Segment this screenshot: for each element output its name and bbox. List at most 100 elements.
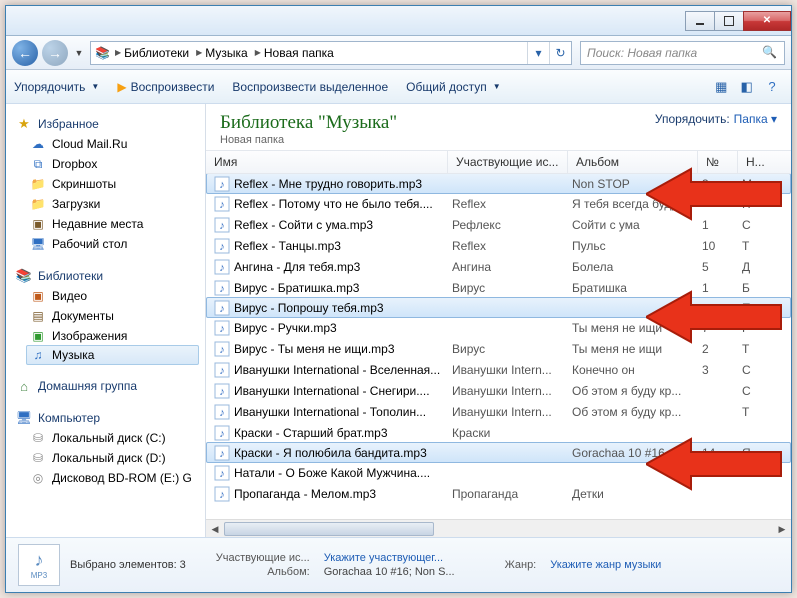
file-row[interactable]: ♪Вирус - Попрошу тебя.mp3П xyxy=(206,297,791,318)
file-artist: Пропаганда xyxy=(452,487,572,501)
toolbar: Упорядочить▼ ▶Воспроизвести Воспроизвест… xyxy=(6,70,791,104)
file-artist: Вирус xyxy=(452,281,572,295)
music-file-icon: ♪ xyxy=(214,425,230,441)
file-n: С xyxy=(742,218,772,232)
sidebar-favorites[interactable]: ★Избранное xyxy=(6,114,205,134)
file-row[interactable]: ♪Вирус - Ты меня не ищи.mp3ВирусТы меня … xyxy=(206,338,791,359)
scroll-right-icon[interactable]: ▶ xyxy=(773,520,791,537)
sidebar-libraries[interactable]: 📚Библиотеки xyxy=(6,266,205,286)
sidebar-item-music[interactable]: ♫Музыка xyxy=(26,345,199,365)
sidebar-item-recent[interactable]: ▣Недавние места xyxy=(20,214,205,234)
file-row[interactable]: ♪Ангина - Для тебя.mp3АнгинаБолела5Д xyxy=(206,256,791,277)
sidebar-item-diskd[interactable]: ⛁Локальный диск (D:) xyxy=(20,448,205,468)
file-n: Р xyxy=(742,321,772,335)
file-track: 1 xyxy=(702,281,742,295)
view-options-icon[interactable]: ▦ xyxy=(710,79,732,95)
sidebar-item-desktop[interactable]: 🖥Рабочий стол xyxy=(20,234,205,254)
file-name: Пропаганда - Мелом.mp3 xyxy=(234,487,452,501)
music-file-icon: ♪ xyxy=(214,404,230,420)
maximize-button[interactable] xyxy=(714,11,744,31)
file-album: Об этом я буду кр... xyxy=(572,405,702,419)
sidebar: ★Избранное ☁Cloud Mail.Ru ⧉Dropbox 📁Скри… xyxy=(6,104,206,537)
search-icon[interactable]: 🔍 xyxy=(762,45,778,61)
breadcrumb-seg[interactable]: Библиотеки xyxy=(124,46,189,60)
organize-button[interactable]: Упорядочить▼ xyxy=(14,80,99,94)
minimize-button[interactable] xyxy=(685,11,715,31)
sidebar-item-dropbox[interactable]: ⧉Dropbox xyxy=(20,154,205,174)
file-n: С xyxy=(742,363,772,377)
nav-forward-button[interactable]: → xyxy=(42,40,68,66)
scrollbar-thumb[interactable] xyxy=(224,522,434,536)
details-genre-value[interactable]: Укажите жанр музыки xyxy=(550,559,661,571)
sidebar-item-images[interactable]: ▣Изображения xyxy=(20,326,205,346)
details-artists-value[interactable]: Укажите участвующег... xyxy=(324,552,455,564)
file-row[interactable]: ♪Краски - Я полюбила бандита.mp3Gorachaa… xyxy=(206,442,791,463)
col-album: Альбом xyxy=(568,151,698,173)
music-file-icon: ♪ xyxy=(214,196,230,212)
details-thumb-icon: ♪ MP3 xyxy=(18,544,60,586)
refresh-icon[interactable]: ↻ xyxy=(549,42,571,64)
file-row[interactable]: ♪Пропаганда - Мелом.mp3ПропагандаДетки xyxy=(206,483,791,504)
share-button[interactable]: Общий доступ▼ xyxy=(406,80,501,94)
file-n: Т xyxy=(742,405,772,419)
file-n: Т xyxy=(742,239,772,253)
scroll-left-icon[interactable]: ◀ xyxy=(206,520,224,537)
close-button[interactable] xyxy=(743,11,791,31)
music-file-icon: ♪ xyxy=(214,300,230,316)
column-headers[interactable]: Имя Участвующие ис... Альбом № Н... xyxy=(206,150,791,174)
play-selected-button[interactable]: Воспроизвести выделенное xyxy=(232,80,388,94)
details-album-value[interactable]: Gorachaa 10 #16; Non S... xyxy=(324,566,455,578)
file-row[interactable]: ♪Иванушки International - Тополин...Иван… xyxy=(206,401,791,422)
file-row[interactable]: ♪Reflex - Сойти с ума.mp3РефлексСойти с … xyxy=(206,214,791,235)
file-n: С xyxy=(742,384,772,398)
file-name: Краски - Я полюбила бандита.mp3 xyxy=(234,446,452,460)
sidebar-item-video[interactable]: ▣Видео xyxy=(20,286,205,306)
sidebar-item-docs[interactable]: ▤Документы xyxy=(20,306,205,326)
file-row[interactable]: ♪Иванушки International - Снегири....Ива… xyxy=(206,380,791,401)
sort-dropdown[interactable]: Папка ▾ xyxy=(734,112,777,126)
file-album: Сойти с ума xyxy=(572,218,702,232)
file-artist: Рефлекс xyxy=(452,218,572,232)
horizontal-scrollbar[interactable]: ◀ ▶ xyxy=(206,519,791,537)
file-row[interactable]: ♪Натали - О Боже Какой Мужчина.... xyxy=(206,462,791,483)
file-row[interactable]: ♪Reflex - Потому что не было тебя....Ref… xyxy=(206,193,791,214)
sidebar-item-cloud[interactable]: ☁Cloud Mail.Ru xyxy=(20,134,205,154)
file-name: Иванушки International - Снегири.... xyxy=(234,384,452,398)
sidebar-item-bd[interactable]: ◎Дисковод BD-ROM (E:) G xyxy=(20,468,205,488)
main-pane: Библиотека "Музыка" Новая папка Упорядоч… xyxy=(206,104,791,537)
col-n: Н... xyxy=(738,151,772,173)
svg-text:♪: ♪ xyxy=(219,199,225,211)
address-bar[interactable]: 📚 ▶Библиотеки ▶Музыка ▶Новая папка ▾ ↻ xyxy=(90,41,572,65)
file-row[interactable]: ♪Краски - Старший брат.mp3Краски xyxy=(206,422,791,443)
sort-label: Упорядочить: xyxy=(655,112,730,126)
address-dropdown-icon[interactable]: ▾ xyxy=(527,42,549,64)
file-row[interactable]: ♪Вирус - Братишка.mp3ВирусБратишка1Б xyxy=(206,277,791,298)
svg-text:♪: ♪ xyxy=(219,262,225,274)
navbar: ← → ▼ 📚 ▶Библиотеки ▶Музыка ▶Новая папка… xyxy=(6,36,791,70)
sidebar-homegroup[interactable]: ⌂Домашняя группа xyxy=(6,376,205,396)
file-list[interactable]: ♪Reflex - Мне трудно говорить.mp3Non STO… xyxy=(206,174,791,519)
file-album: Братишка xyxy=(572,281,702,295)
col-artists: Участвующие ис... xyxy=(448,151,568,173)
sidebar-computer[interactable]: 🖥Компьютер xyxy=(6,408,205,428)
sidebar-item-downloads[interactable]: 📁Загрузки xyxy=(20,194,205,214)
play-button[interactable]: ▶Воспроизвести xyxy=(117,80,214,94)
breadcrumb-seg[interactable]: Новая папка xyxy=(264,46,334,60)
nav-back-button[interactable]: ← xyxy=(12,40,38,66)
file-row[interactable]: ♪Reflex - Мне трудно говорить.mp3Non STO… xyxy=(206,174,791,194)
details-artists-label: Участвующие ис... xyxy=(216,552,310,564)
file-row[interactable]: ♪Вирус - Ручки.mp3Ты меня не ищи7Р xyxy=(206,317,791,338)
file-row[interactable]: ♪Reflex - Танцы.mp3ReflexПульс10Т xyxy=(206,235,791,256)
titlebar xyxy=(6,6,791,36)
svg-text:♪: ♪ xyxy=(219,468,225,480)
preview-pane-icon[interactable]: ◧ xyxy=(736,79,758,95)
file-row[interactable]: ♪Иванушки International - Вселенная...Ив… xyxy=(206,359,791,380)
breadcrumb-seg[interactable]: Музыка xyxy=(205,46,247,60)
help-icon[interactable]: ? xyxy=(761,79,783,94)
search-input[interactable]: Поиск: Новая папка 🔍 xyxy=(580,41,785,65)
nav-history-dropdown[interactable]: ▼ xyxy=(72,40,86,66)
sidebar-item-screenshots[interactable]: 📁Скриншоты xyxy=(20,174,205,194)
file-name: Иванушки International - Тополин... xyxy=(234,405,452,419)
file-artist: Ангина xyxy=(452,260,572,274)
sidebar-item-diskc[interactable]: ⛁Локальный диск (C:) xyxy=(20,428,205,448)
